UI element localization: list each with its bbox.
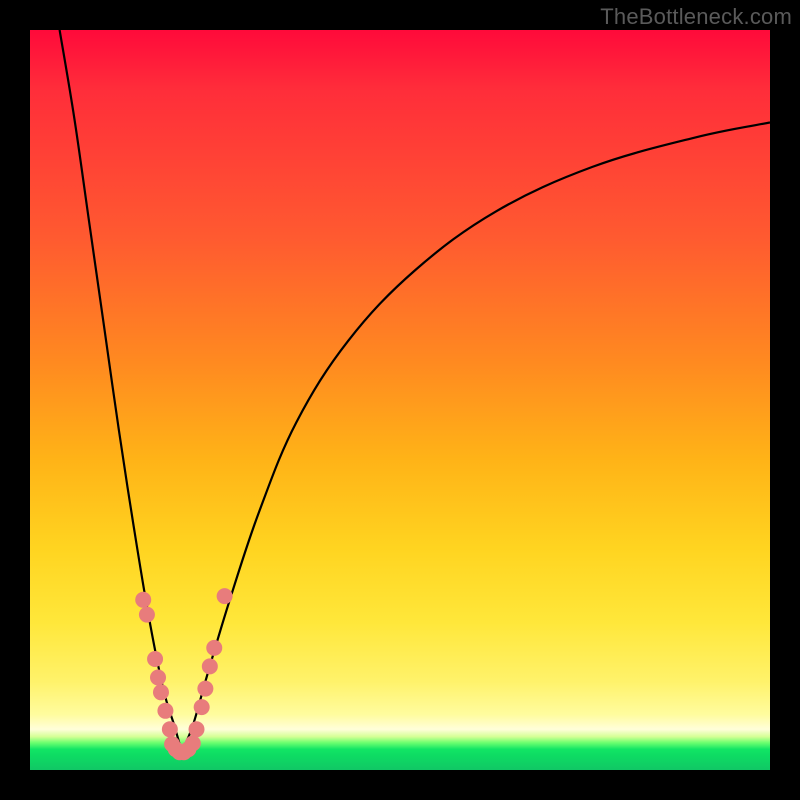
data-point — [150, 670, 166, 686]
data-point — [194, 699, 210, 715]
data-point — [153, 684, 169, 700]
right-branch-curve — [182, 123, 770, 752]
data-point — [206, 640, 222, 656]
data-point — [185, 735, 201, 751]
curve-group — [60, 30, 770, 752]
data-point — [202, 658, 218, 674]
data-point — [139, 607, 155, 623]
watermark-text: TheBottleneck.com — [600, 4, 792, 30]
data-point — [157, 703, 173, 719]
chart-svg — [30, 30, 770, 770]
outer-frame: TheBottleneck.com — [0, 0, 800, 800]
data-point — [217, 588, 233, 604]
data-point — [189, 721, 205, 737]
data-point — [197, 681, 213, 697]
data-point — [162, 721, 178, 737]
plot-area — [30, 30, 770, 770]
points-group — [135, 588, 232, 760]
data-point — [135, 592, 151, 608]
data-point — [147, 651, 163, 667]
left-branch-curve — [60, 30, 182, 752]
